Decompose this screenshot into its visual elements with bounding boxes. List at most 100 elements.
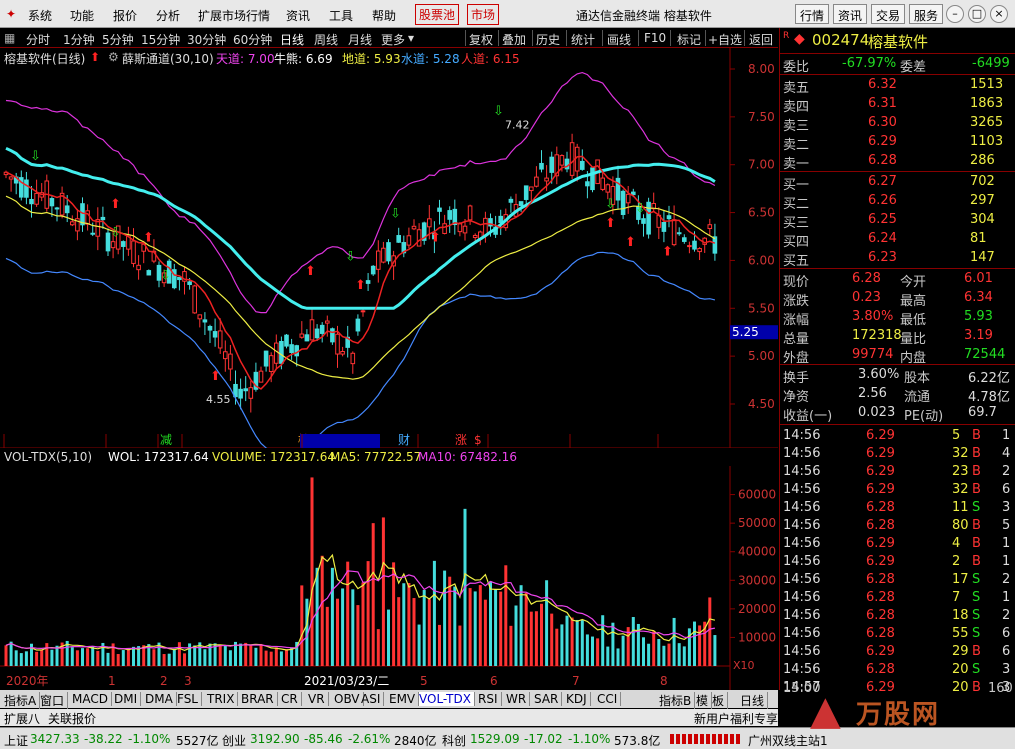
stock-pool-button[interactable]: 股票池	[415, 4, 460, 25]
volume-bar	[468, 588, 472, 666]
indicator-tab[interactable]: OBV	[334, 692, 364, 706]
r-badge: R	[783, 31, 790, 41]
event-marker[interactable]: 减	[160, 433, 172, 447]
candle	[615, 165, 621, 210]
wb-label: 委比	[783, 60, 810, 75]
indicator-tab[interactable]: SAR	[534, 692, 563, 706]
statistics-button[interactable]: 统计	[571, 31, 595, 48]
indicator-tab[interactable]: KDJ	[566, 692, 591, 706]
menu-function[interactable]: 功能	[70, 7, 94, 24]
indicator-tab[interactable]: TRIX	[207, 692, 239, 706]
indicator-tab[interactable]: DMA	[145, 692, 177, 706]
related-quote-tab[interactable]: 关联报价	[48, 710, 96, 727]
back-button[interactable]: 返回	[749, 31, 773, 48]
event-marker[interactable]: 财	[398, 433, 410, 447]
stock-name: 榕基软件	[868, 33, 929, 51]
overlay-button[interactable]: 叠加	[502, 31, 526, 48]
menu-ext-market[interactable]: 扩展市场行情	[198, 7, 270, 24]
period-15min[interactable]: 15分钟	[141, 31, 180, 48]
period-monthly[interactable]: 月线	[348, 31, 372, 48]
indicator-tab[interactable]: 模	[696, 692, 713, 709]
chevron-down-icon[interactable]: ▾	[408, 31, 414, 45]
indicator-tab[interactable]: CR	[281, 692, 302, 706]
new-user-welfare-link[interactable]: 新用户福利专享	[694, 710, 778, 727]
restore-rights-button[interactable]: 复权	[469, 31, 493, 48]
service-tab[interactable]: 服务	[909, 4, 944, 24]
quote-tab[interactable]: 行情	[795, 4, 830, 24]
menu-quote[interactable]: 报价	[113, 7, 137, 24]
indicator-tab[interactable]: 窗口	[40, 692, 69, 709]
quote-cell: 32	[952, 482, 969, 497]
minimize-icon[interactable]: –	[946, 5, 964, 23]
volume-bar	[14, 650, 18, 666]
period-more[interactable]: 更多	[381, 31, 405, 48]
indicator-tab[interactable]: MACD	[72, 692, 112, 706]
candle	[75, 208, 80, 241]
indicator-tab[interactable]: EMV	[389, 692, 420, 706]
candle	[284, 333, 289, 349]
volume-chart[interactable]: 60000 50000 40000 30000 20000 10000 X10 2020年 1 2…	[0, 466, 778, 690]
history-button[interactable]: 历史	[536, 31, 560, 48]
volume-info-line: VOL-TDX(5,10) WOL: 172317.64 VOLUME: 172…	[0, 450, 730, 466]
period-5min[interactable]: 5分钟	[102, 31, 134, 48]
volume-bar	[55, 645, 59, 666]
period-30min[interactable]: 30分钟	[187, 31, 226, 48]
volume-bar	[708, 597, 712, 666]
volume-bar	[560, 624, 564, 666]
draw-line-button[interactable]: 画线	[607, 31, 631, 48]
ext-eight-tab[interactable]: 扩展八	[4, 710, 40, 727]
candle	[54, 206, 60, 222]
indicator-tab[interactable]: BRAR	[241, 692, 278, 706]
add-watchlist-button[interactable]: +自选	[708, 31, 742, 48]
indicator-tab[interactable]: FSL	[177, 692, 202, 706]
period-weekly[interactable]: 周线	[314, 31, 338, 48]
event-marker[interactable]: $	[474, 433, 482, 447]
volume-bar	[336, 598, 339, 666]
price-chart[interactable]: 7.424.55减榜财涨$⬆⬆⬆⬆⬆⬆⬆⬆⬆⇩⇩⇩⇩⇩⇩⇩⇩ 8.007.507…	[0, 48, 778, 448]
indicator-tab[interactable]: 指标B	[659, 692, 696, 709]
quote-row: 总量 172318 量比 3.19	[780, 327, 1015, 347]
indicator-tab[interactable]: VR	[308, 692, 329, 706]
volume-bar	[555, 628, 559, 666]
quote-cell: 6.28	[866, 662, 895, 677]
indicator-tab[interactable]: 指标A	[4, 692, 41, 709]
grid-icon[interactable]: ▦	[4, 31, 15, 45]
period-intraday[interactable]: 分时	[26, 31, 50, 48]
trade-tab[interactable]: 交易	[871, 4, 906, 24]
news-tab[interactable]: 资讯	[833, 4, 868, 24]
market-button[interactable]: 市场	[467, 4, 500, 25]
maximize-icon[interactable]: □	[968, 5, 986, 23]
menu-help[interactable]: 帮助	[372, 7, 396, 24]
event-marker[interactable]: 涨	[455, 432, 467, 447]
vol-indicator-name[interactable]: VOL-TDX(5,10)	[4, 450, 92, 464]
indicator-tab[interactable]: RSI	[478, 692, 502, 706]
period-1min[interactable]: 1分钟	[63, 31, 95, 48]
volume-bar	[545, 580, 549, 666]
mark-button[interactable]: 标记	[677, 31, 701, 48]
period-daily[interactable]: 日线	[280, 31, 304, 48]
volume-bar	[591, 636, 594, 666]
indicator-tab[interactable]: 板	[712, 692, 729, 709]
menu-tools[interactable]: 工具	[329, 7, 353, 24]
period-daily-tab[interactable]: 日线	[740, 692, 769, 709]
period-60min[interactable]: 60分钟	[233, 31, 272, 48]
price-tick-label: 6.50	[748, 206, 775, 220]
indicator-tab[interactable]: WR	[506, 692, 531, 706]
indicator-tab[interactable]: VOL-TDX	[419, 692, 475, 706]
indicator-tab[interactable]: ASI	[361, 692, 385, 706]
volume-bar	[152, 649, 156, 666]
close-icon[interactable]: ×	[990, 5, 1008, 23]
menu-system[interactable]: 系统	[28, 7, 52, 24]
ma10-line	[5, 570, 716, 650]
quote-row: 换手 3.60% 股本 6.22亿	[780, 366, 1015, 386]
menu-analysis[interactable]: 分析	[156, 7, 180, 24]
volume-bar	[381, 517, 385, 666]
indicator-tab[interactable]: DMI	[114, 692, 142, 706]
quote-cell: 卖五	[783, 81, 810, 96]
volume-bar	[611, 622, 615, 666]
menu-news[interactable]: 资讯	[286, 7, 310, 24]
indicator-tab[interactable]: CCI	[597, 692, 622, 706]
f10-button[interactable]: F10	[644, 31, 666, 45]
price-tick-label: 5.00	[748, 349, 775, 363]
quote-cell: B	[972, 554, 981, 569]
